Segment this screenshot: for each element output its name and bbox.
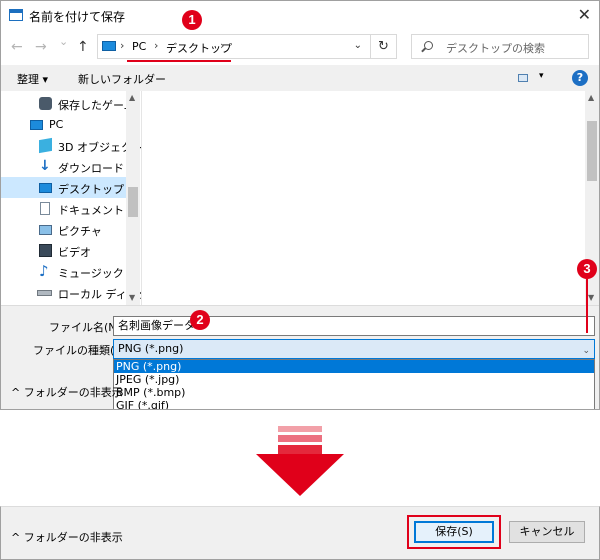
chevron-down-icon[interactable]: ⌄ — [354, 40, 362, 51]
forward-arrow-icon[interactable]: → — [35, 39, 47, 55]
hide-folders-button[interactable]: ^ フォルダーの非表示 — [11, 529, 123, 545]
search-placeholder: デスクトップの検索 — [446, 42, 545, 55]
callout-underline — [127, 60, 231, 62]
hide-folders-button[interactable]: ^ フォルダーの非表示 — [11, 384, 123, 400]
filename-input[interactable]: 名刺画像データ — [113, 316, 595, 336]
view-options-icon[interactable] — [518, 74, 528, 82]
local-disk-icon — [37, 290, 52, 296]
nav-item-label: ダウンロード — [58, 162, 124, 175]
close-icon[interactable]: ✕ — [578, 5, 591, 24]
scroll-up-icon[interactable]: ▲ — [129, 93, 135, 102]
nav-scrollbar[interactable]: ▲ ▼ — [126, 91, 140, 305]
download-icon: ↓ — [39, 158, 51, 174]
save-button[interactable]: 保存(S) — [414, 521, 494, 543]
nav-item-pc[interactable]: PC — [1, 114, 126, 135]
search-input[interactable]: デスクトップの検索 — [411, 34, 589, 59]
file-list-area[interactable] — [141, 91, 585, 305]
breadcrumb-separator-icon[interactable]: › — [154, 39, 158, 52]
saved-games-icon — [39, 97, 52, 110]
nav-item-videos[interactable]: ビデオ — [1, 240, 126, 261]
back-arrow-icon[interactable]: ← — [11, 39, 23, 55]
down-arrow-icon — [256, 426, 344, 496]
dialog-title: 名前を付けて保存 — [29, 10, 126, 24]
refresh-icon[interactable]: ↻ — [371, 34, 397, 59]
toolbar: 整理 ▾ 新しいフォルダー ▾ ? — [1, 65, 599, 91]
scroll-down-icon[interactable]: ▼ — [129, 293, 135, 302]
window-icon — [9, 9, 23, 21]
search-icon — [424, 41, 433, 50]
callout-badge-1: 1 — [182, 10, 202, 30]
breadcrumb-separator-icon[interactable]: › — [120, 39, 124, 52]
nav-item-label: 保存したゲーム — [58, 99, 135, 112]
address-bar[interactable]: › PC › デスクトップ › ⌄ — [97, 34, 371, 59]
callout-badge-3: 3 — [577, 259, 597, 279]
videos-icon — [39, 244, 52, 257]
desktop-icon — [39, 183, 52, 193]
filetype-option-gif[interactable]: GIF (*.gif) — [114, 399, 594, 409]
nav-item-music[interactable]: ♪ ミュージック — [1, 261, 126, 282]
callout-badge-2: 2 — [190, 310, 210, 330]
nav-item-label: ピクチャ — [58, 225, 102, 238]
nav-item-local-disk[interactable]: ローカル ディスク ( — [1, 282, 157, 303]
callout-leader-line — [586, 279, 588, 333]
3d-objects-icon — [39, 137, 52, 154]
nav-item-label: ビデオ — [58, 246, 91, 259]
filetype-option-png[interactable]: PNG (*.png) — [114, 360, 594, 373]
filetype-dropdown-list: PNG (*.png) JPEG (*.jpg) BMP (*.bmp) GIF… — [113, 359, 595, 409]
pc-icon — [102, 41, 116, 51]
scroll-up-icon[interactable]: ▲ — [588, 93, 594, 102]
scrollbar-thumb[interactable] — [128, 187, 138, 217]
filetype-option-jpeg[interactable]: JPEG (*.jpg) — [114, 373, 594, 386]
documents-icon — [40, 202, 50, 215]
scroll-down-icon[interactable]: ▼ — [588, 293, 594, 302]
chevron-down-icon[interactable]: ▾ — [539, 71, 544, 81]
new-folder-button[interactable]: 新しいフォルダー — [78, 71, 166, 87]
nav-item-label: PC — [49, 118, 64, 131]
dialog-footer: ^ フォルダーの非表示 保存(S) キャンセル — [0, 506, 600, 560]
up-arrow-icon[interactable]: ↑ — [77, 39, 89, 55]
title-bar: 名前を付けて保存 ✕ — [1, 1, 599, 31]
save-as-dialog: 名前を付けて保存 ✕ ← → ⌄ ↑ › PC › デスクトップ › ⌄ ↻ デ… — [0, 0, 600, 410]
chevron-down-icon[interactable]: ⌄ — [582, 342, 590, 360]
nav-item-pictures[interactable]: ピクチャ — [1, 219, 126, 240]
nav-item-label: ドキュメント — [58, 204, 124, 217]
recent-locations-icon[interactable]: ⌄ — [59, 35, 68, 48]
nav-item-label: ミュージック — [58, 267, 124, 280]
nav-item-saved-games[interactable]: 保存したゲーム — [1, 93, 135, 114]
nav-item-documents[interactable]: ドキュメント — [1, 198, 126, 219]
cancel-button[interactable]: キャンセル — [509, 521, 585, 543]
save-form: ファイル名(N): 名刺画像データ ファイルの種類(T): PNG (*.png… — [1, 305, 599, 409]
music-icon: ♪ — [39, 262, 49, 280]
filetype-selected-value: PNG (*.png) — [118, 342, 184, 355]
nav-item-3d-objects[interactable]: 3D オブジェクト — [1, 135, 143, 156]
breadcrumb-separator-icon[interactable]: › — [220, 39, 224, 52]
help-icon[interactable]: ? — [572, 70, 588, 86]
filetype-select[interactable]: PNG (*.png) ⌄ — [113, 339, 595, 359]
organize-button[interactable]: 整理 ▾ — [17, 71, 48, 87]
nav-item-downloads[interactable]: ↓ ダウンロード — [1, 156, 126, 177]
nav-item-desktop[interactable]: デスクトップ — [1, 177, 126, 198]
navigation-pane: 保存したゲーム PC 3D オブジェクト ↓ ダウンロード デスクトップ ドキュ… — [1, 91, 157, 305]
pictures-icon — [39, 225, 52, 235]
nav-item-label: デスクトップ — [58, 183, 124, 196]
pc-icon — [30, 120, 43, 130]
scrollbar-thumb[interactable] — [587, 121, 597, 181]
filetype-option-bmp[interactable]: BMP (*.bmp) — [114, 386, 594, 399]
breadcrumb-pc[interactable]: PC — [132, 40, 146, 53]
